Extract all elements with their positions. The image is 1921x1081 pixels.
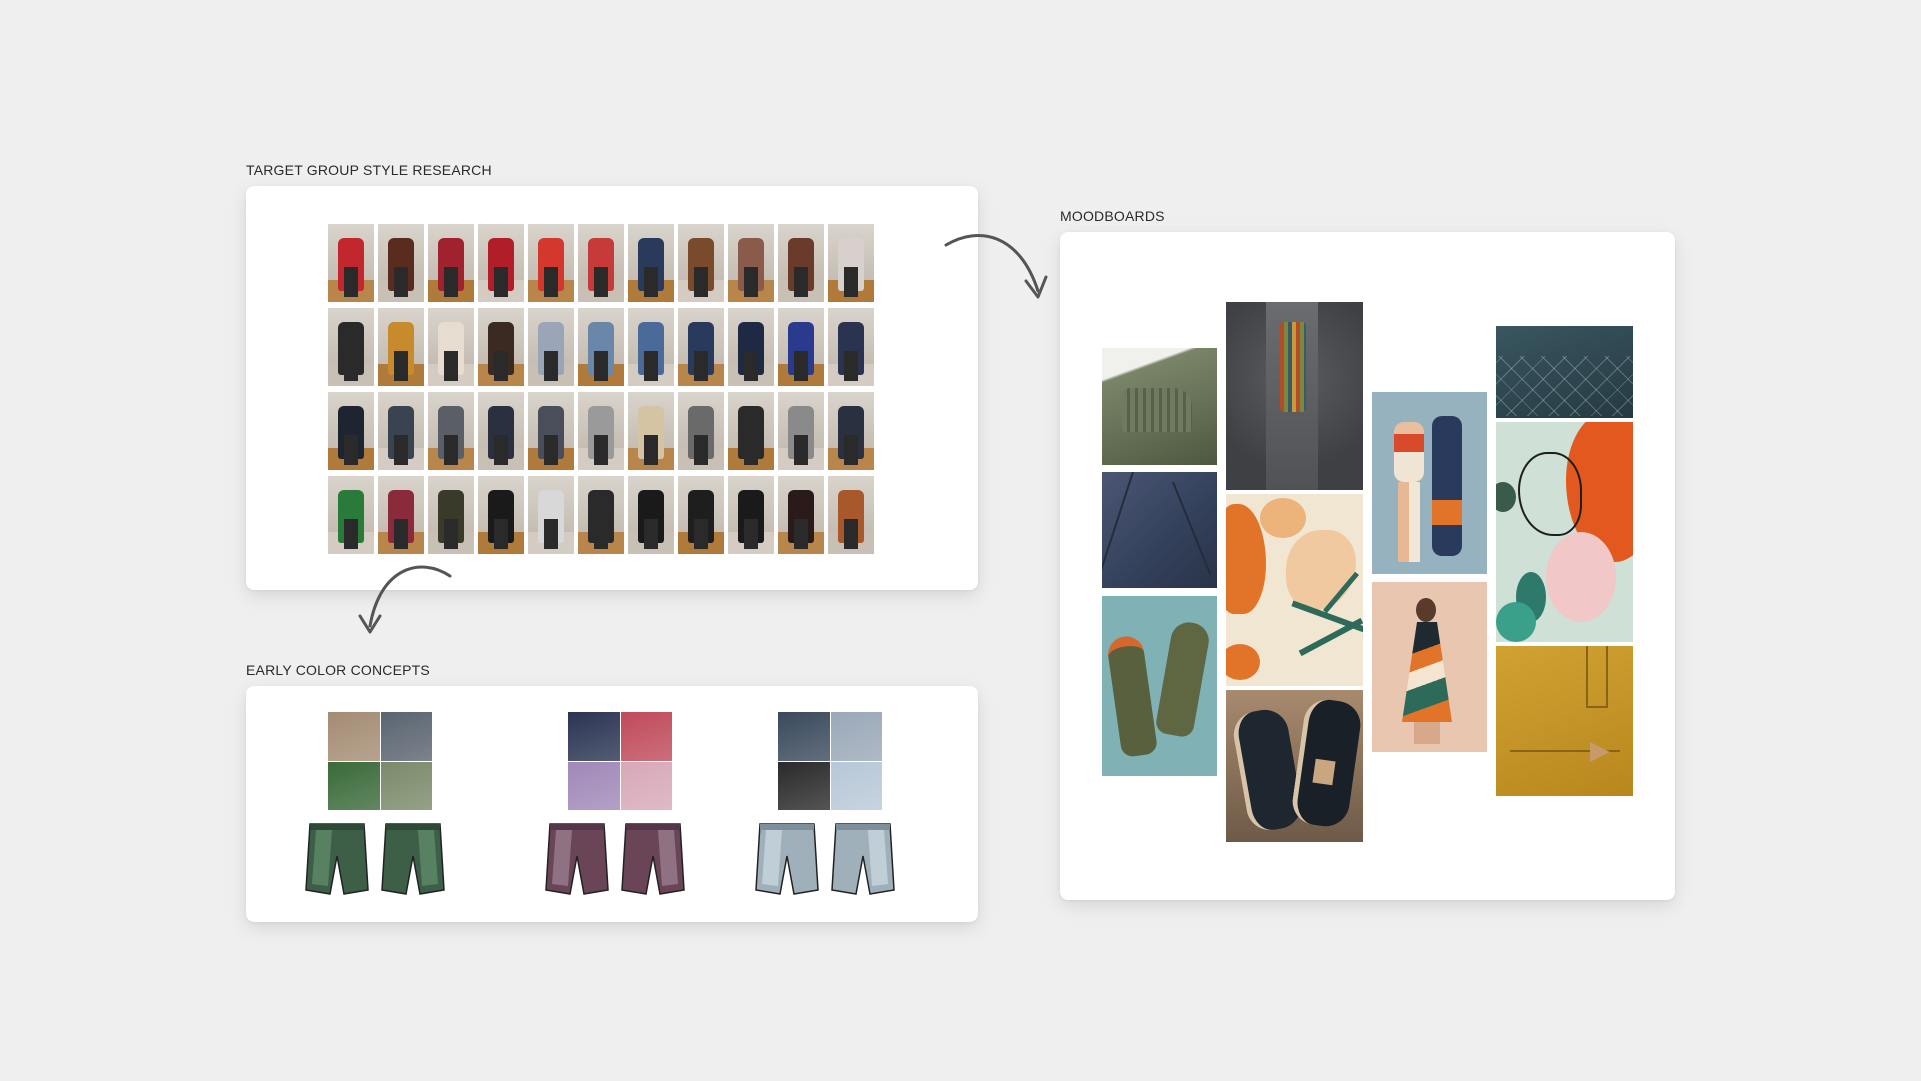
research-photo xyxy=(378,476,424,554)
mood-image-mustard-trousers xyxy=(1496,646,1633,796)
mood-image-models-duo xyxy=(1372,392,1487,574)
shorts-sketch-icon xyxy=(545,823,685,895)
concept-collage xyxy=(778,712,882,810)
research-photo xyxy=(428,476,474,554)
research-photo xyxy=(578,308,624,386)
research-photo xyxy=(628,224,674,302)
research-photo xyxy=(428,308,474,386)
research-photo xyxy=(628,392,674,470)
research-photo xyxy=(728,224,774,302)
research-photo xyxy=(328,224,374,302)
research-photo xyxy=(778,392,824,470)
research-photo xyxy=(378,392,424,470)
research-photo xyxy=(478,392,524,470)
arrow-to-concepts-icon xyxy=(358,565,452,634)
section-label-moodboards: MOODBOARDS xyxy=(1060,208,1165,224)
research-photo xyxy=(728,392,774,470)
concept-collage xyxy=(328,712,432,810)
research-photo xyxy=(328,476,374,554)
research-photo-grid xyxy=(328,224,874,554)
section-label-concepts: EARLY COLOR CONCEPTS xyxy=(246,662,430,678)
research-photo xyxy=(328,308,374,386)
mood-image-navy-jacket xyxy=(1102,472,1217,588)
mood-image-tweed-scarf xyxy=(1226,302,1363,490)
moodboards-card[interactable] xyxy=(1060,232,1675,900)
research-photo xyxy=(678,308,724,386)
research-photo xyxy=(828,224,874,302)
research-photo xyxy=(378,224,424,302)
concepts-card[interactable] xyxy=(246,686,978,922)
arrow-to-moodboards-icon xyxy=(944,234,1048,299)
research-photo xyxy=(528,476,574,554)
mood-image-floral-pattern xyxy=(1496,422,1633,642)
research-photo xyxy=(678,392,724,470)
research-photo xyxy=(778,224,824,302)
research-photo xyxy=(578,224,624,302)
shorts-sketch-icon xyxy=(305,823,445,895)
research-photo xyxy=(778,308,824,386)
research-photo xyxy=(378,308,424,386)
shorts-sketch-icon xyxy=(755,823,895,895)
research-photo xyxy=(728,476,774,554)
research-photo xyxy=(528,308,574,386)
research-photo xyxy=(628,476,674,554)
research-photo xyxy=(628,308,674,386)
research-photo xyxy=(328,392,374,470)
mood-image-model-dress xyxy=(1372,582,1487,752)
research-photo xyxy=(528,224,574,302)
research-photo xyxy=(478,476,524,554)
research-photo xyxy=(828,476,874,554)
section-label-research: TARGET GROUP STYLE RESEARCH xyxy=(246,162,492,178)
research-photo xyxy=(428,224,474,302)
research-photo xyxy=(478,224,524,302)
mood-image-olive-shoe xyxy=(1102,348,1217,465)
research-photo xyxy=(578,476,624,554)
research-photo xyxy=(578,392,624,470)
concept-collage xyxy=(568,712,672,810)
mood-image-quilted-leather xyxy=(1496,326,1633,418)
mood-image-boots-teal xyxy=(1102,596,1217,776)
research-photo xyxy=(728,308,774,386)
mood-image-sneakers xyxy=(1226,690,1363,842)
research-photo xyxy=(478,308,524,386)
research-photo xyxy=(678,224,724,302)
mood-image-abstract-print xyxy=(1226,494,1363,686)
research-photo xyxy=(828,308,874,386)
research-photo xyxy=(828,392,874,470)
research-card[interactable] xyxy=(246,186,978,590)
research-photo xyxy=(778,476,824,554)
research-photo xyxy=(428,392,474,470)
research-photo xyxy=(678,476,724,554)
research-photo xyxy=(528,392,574,470)
